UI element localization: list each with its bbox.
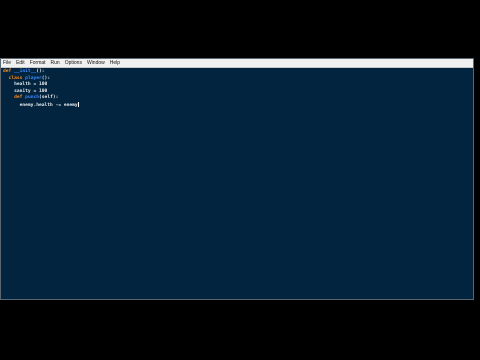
- code-line: enemy.health -= enemy: [3, 101, 471, 109]
- code-keyword: class: [8, 75, 23, 81]
- code-text: enemy.health -= enemy: [19, 102, 78, 108]
- menu-run[interactable]: Run: [51, 59, 60, 67]
- code-text: (self):: [39, 95, 59, 100]
- editor-window: File Edit Format Run Options Window Help…: [0, 58, 474, 300]
- code-text: health = 100: [14, 82, 48, 87]
- code-text: ():: [41, 75, 51, 81]
- code-identifier: player: [25, 75, 42, 81]
- menu-window[interactable]: Window: [87, 59, 105, 67]
- code-text: ():: [36, 69, 45, 74]
- menu-help[interactable]: Help: [110, 59, 120, 67]
- menu-edit[interactable]: Edit: [16, 59, 25, 67]
- code-editor[interactable]: def __init__(): class player(): health =…: [1, 68, 473, 299]
- text-cursor: [77, 101, 79, 107]
- menu-options[interactable]: Options: [65, 59, 82, 67]
- menu-format[interactable]: Format: [30, 59, 46, 67]
- code-identifier: punch: [25, 95, 40, 100]
- code-identifier: __init__: [14, 69, 37, 74]
- menu-bar: File Edit Format Run Options Window Help: [1, 59, 473, 68]
- menu-file[interactable]: File: [3, 59, 11, 67]
- code-text: sanity = 100: [14, 88, 48, 94]
